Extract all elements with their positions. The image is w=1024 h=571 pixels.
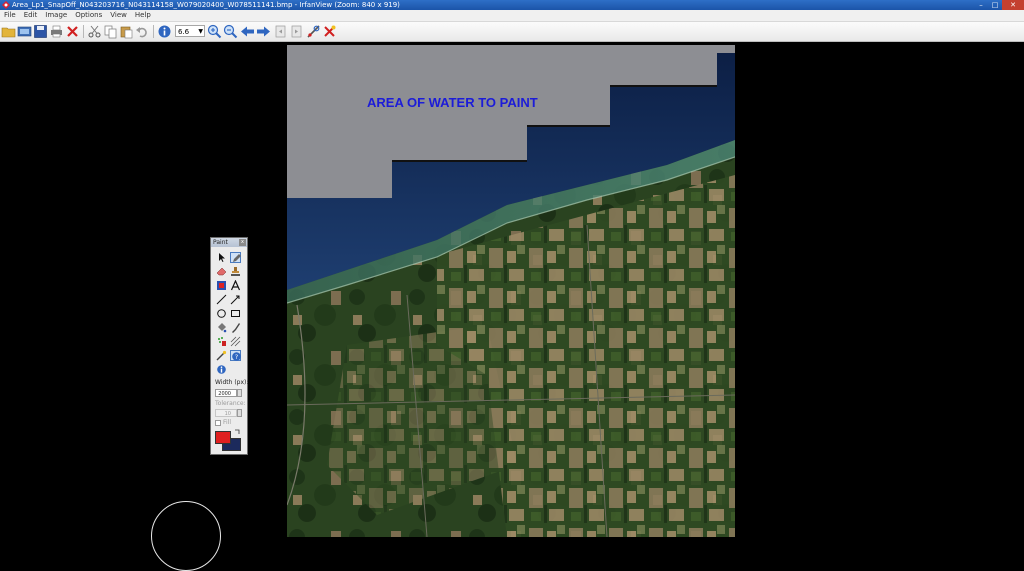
paint-panel-title: Paint (213, 239, 228, 246)
close-button[interactable]: ✕ (1002, 0, 1024, 10)
brush-cursor-outline (151, 501, 221, 571)
text-icon[interactable] (230, 280, 241, 291)
window-title: Area_Lp1_SnapOff_N043203716_N043114158_W… (12, 1, 400, 9)
menu-bar: File Edit Image Options View Help (0, 10, 1024, 22)
slideshow-icon[interactable] (17, 24, 32, 39)
foreground-color-swatch[interactable] (215, 431, 231, 444)
aerial-image (287, 45, 735, 537)
menu-edit[interactable]: Edit (20, 10, 42, 21)
print-icon[interactable] (49, 24, 64, 39)
toolbar: 6.6 ▼ (0, 22, 1024, 42)
width-input[interactable]: 2000 (215, 389, 237, 397)
next-icon[interactable] (256, 24, 271, 39)
save-icon[interactable] (33, 24, 48, 39)
paste-icon[interactable] (119, 24, 134, 39)
irfanview-app-icon (2, 1, 10, 9)
image-canvas[interactable] (287, 45, 735, 537)
menu-view[interactable]: View (106, 10, 131, 21)
fill-label: Fill (223, 419, 232, 426)
zoom-out-icon[interactable] (223, 24, 238, 39)
eraser-icon[interactable] (216, 266, 227, 277)
width-label: Width (px): (215, 379, 249, 386)
title-bar: Area_Lp1_SnapOff_N043203716_N043114158_W… (0, 0, 1024, 10)
svg-text:?: ? (235, 353, 238, 361)
info-icon[interactable] (216, 364, 227, 375)
undo-icon[interactable] (135, 24, 150, 39)
paint-panel-close-button[interactable]: x (239, 239, 246, 246)
last-page-icon[interactable] (289, 24, 304, 39)
color-picker-icon[interactable] (216, 280, 227, 291)
magic-wand-icon[interactable] (216, 350, 227, 361)
brush-icon[interactable] (230, 322, 241, 333)
arrow-line-icon[interactable] (230, 294, 241, 305)
paint-panel-header[interactable]: Paint x (211, 238, 247, 247)
info-icon[interactable] (157, 24, 172, 39)
image-annotation: AREA OF WATER TO PAINT (367, 95, 538, 110)
spray-icon[interactable] (216, 336, 227, 347)
menu-file[interactable]: File (0, 10, 20, 21)
delete-icon[interactable] (65, 24, 80, 39)
tolerance-input: 10 (215, 409, 237, 417)
tolerance-spinner (237, 409, 242, 417)
zoom-in-icon[interactable] (207, 24, 222, 39)
stamp-icon[interactable] (230, 266, 241, 277)
menu-options[interactable]: Options (71, 10, 106, 21)
chevron-down-icon: ▼ (198, 28, 203, 35)
menu-image[interactable]: Image (41, 10, 71, 21)
tolerance-label: Tolerance: (215, 400, 246, 407)
paint-panel: Paint x ? Width (px): 2000 Tolerance: 10… (210, 237, 248, 455)
exit-icon[interactable] (322, 24, 337, 39)
line-icon[interactable] (216, 294, 227, 305)
cut-icon[interactable] (87, 24, 102, 39)
rectangle-icon[interactable] (230, 308, 241, 319)
maximize-button[interactable]: □ (988, 0, 1002, 10)
ellipse-icon[interactable] (216, 308, 227, 319)
selection-arrow-icon[interactable] (216, 252, 227, 263)
pattern-icon[interactable] (230, 336, 241, 347)
fill-bucket-icon[interactable] (216, 322, 227, 333)
zoom-select[interactable]: 6.6 ▼ (175, 25, 205, 37)
fill-checkbox[interactable] (215, 420, 221, 426)
help-icon[interactable]: ? (230, 350, 241, 361)
swap-colors-icon[interactable] (235, 429, 240, 434)
first-page-icon[interactable] (273, 24, 288, 39)
pencil-icon[interactable] (230, 252, 241, 263)
open-folder-icon[interactable] (1, 24, 16, 39)
copy-icon[interactable] (103, 24, 118, 39)
minimize-button[interactable]: – (974, 0, 988, 10)
settings-icon[interactable] (306, 24, 321, 39)
previous-icon[interactable] (240, 24, 255, 39)
menu-help[interactable]: Help (131, 10, 155, 21)
width-spinner[interactable] (237, 389, 242, 397)
